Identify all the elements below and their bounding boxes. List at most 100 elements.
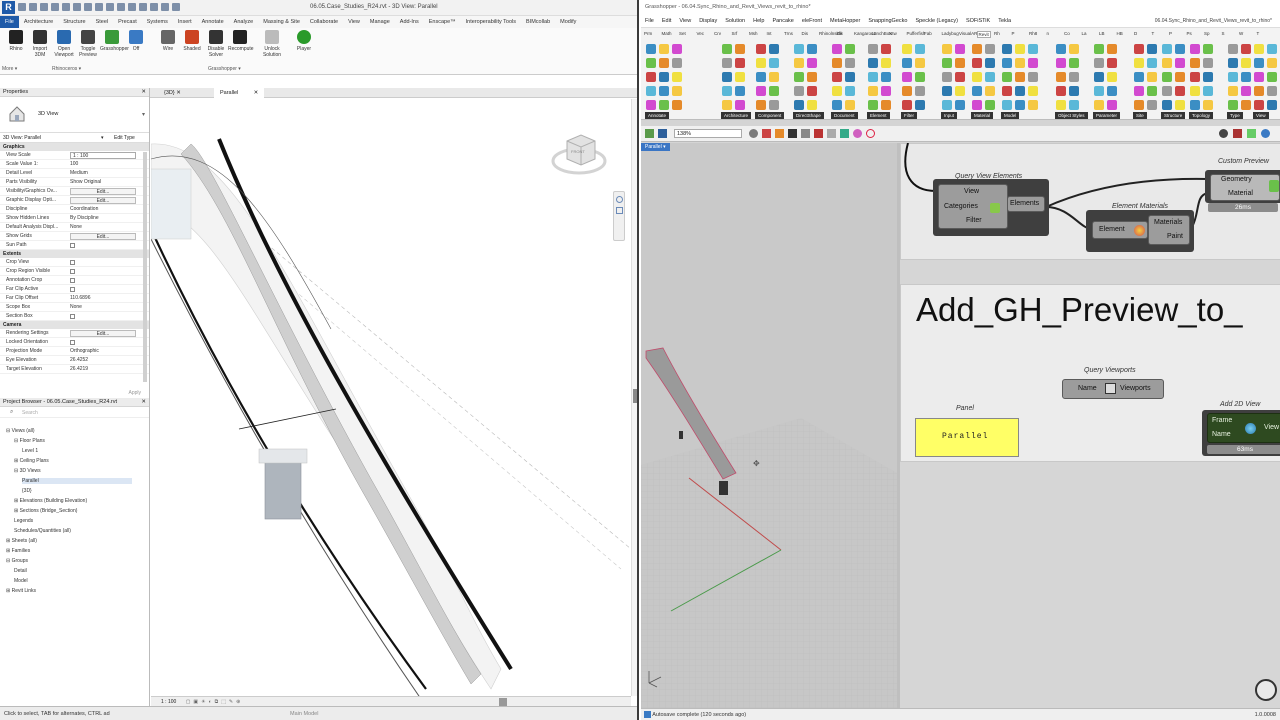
browser-item[interactable]: Schedules/Quantities (all) [14, 528, 71, 534]
gh-tab[interactable]: S [1222, 31, 1225, 36]
grasshopper-group-label[interactable]: Grasshopper ▾ [208, 66, 241, 72]
gh-component-icon[interactable] [672, 44, 682, 54]
gh-tab[interactable]: Set [679, 31, 686, 36]
gh-component-icon[interactable] [902, 86, 912, 96]
gh-component-icon[interactable] [1267, 72, 1277, 82]
gh-component-icon[interactable] [1134, 100, 1144, 110]
property-row[interactable]: Sun Path [0, 241, 149, 250]
gh-tab[interactable]: n [1047, 31, 1050, 36]
gh-component-icon[interactable] [722, 44, 732, 54]
zoom-icon[interactable] [615, 207, 623, 214]
disable-solver-button[interactable]: Disable Solver [204, 30, 228, 58]
preview-selected-icon[interactable] [827, 129, 836, 138]
gh-ribbon-group-label[interactable]: Type [1227, 112, 1243, 119]
gh-tab[interactable]: Revit [976, 31, 991, 38]
property-value[interactable]: Orthographic [70, 347, 99, 356]
browser-item[interactable]: ⊞ Families [6, 548, 30, 554]
section-icon[interactable] [139, 3, 147, 11]
3d-view-icon[interactable] [128, 3, 136, 11]
document-preview-icon[interactable] [840, 129, 849, 138]
property-checkbox[interactable] [70, 269, 75, 274]
gh-component-icon[interactable] [845, 72, 855, 82]
gh-tab[interactable]: Fab [924, 31, 932, 36]
browser-item[interactable]: Parallel [22, 478, 132, 484]
gh-tab[interactable]: Prm [644, 31, 652, 36]
query-view-elements-inputs[interactable]: View Categories Filter [938, 184, 1008, 229]
gh-ribbon-group-label[interactable]: Architecture [721, 112, 752, 119]
gh-component-icon[interactable] [794, 86, 804, 96]
browser-item[interactable]: ⊟ Floor Plans [14, 438, 45, 444]
gh-component-icon[interactable] [1056, 58, 1066, 68]
chevron-down-icon[interactable]: ▾ [101, 133, 104, 143]
gh-tab[interactable]: Rh [994, 31, 1000, 36]
browser-item[interactable]: {3D} [22, 488, 32, 494]
preview-mesh-icon[interactable] [1219, 129, 1228, 138]
gh-component-icon[interactable] [1015, 72, 1025, 82]
switch-windows-icon[interactable] [172, 3, 180, 11]
edit-type-button[interactable]: Edit Type [114, 133, 135, 143]
browser-item[interactable]: ⊞ Ceiling Plans [14, 458, 49, 464]
gh-component-icon[interactable] [881, 100, 891, 110]
gh-component-icon[interactable] [1190, 72, 1200, 82]
gh-component-icon[interactable] [1228, 58, 1238, 68]
property-row[interactable]: Show Grids Edit... [0, 232, 149, 241]
gh-component-icon[interactable] [769, 72, 779, 82]
print-icon[interactable] [73, 3, 81, 11]
gh-component-icon[interactable] [735, 72, 745, 82]
gh-component-icon[interactable] [868, 100, 878, 110]
gh-tab[interactable]: LB [1099, 31, 1105, 36]
gh-component-icon[interactable] [756, 86, 766, 96]
browser-item[interactable]: ⊞ Sheets (all) [6, 538, 37, 544]
gh-component-icon[interactable] [1203, 100, 1213, 110]
gh-menu-display[interactable]: Display [695, 18, 721, 24]
gh-component-icon[interactable] [646, 58, 656, 68]
gh-component-icon[interactable] [646, 72, 656, 82]
ribbon-tab-bimcollab[interactable]: BIMcollab [521, 16, 555, 28]
gh-component-icon[interactable] [1002, 58, 1012, 68]
gh-component-icon[interactable] [735, 44, 745, 54]
gh-component-icon[interactable] [794, 100, 804, 110]
property-value[interactable]: None [70, 303, 82, 312]
gh-component-icon[interactable] [1254, 100, 1264, 110]
gh-component-icon[interactable] [1094, 72, 1104, 82]
gh-tab[interactable]: Ntw [889, 31, 897, 36]
gh-tab[interactable]: Sp [1204, 31, 1210, 36]
gh-component-icon[interactable] [1028, 100, 1038, 110]
input-view[interactable]: View [964, 188, 979, 195]
property-row[interactable]: Show Hidden Lines By Discipline [0, 214, 149, 223]
gh-component-icon[interactable] [1134, 44, 1144, 54]
gh-menu-speckle-legacy-[interactable]: Speckle (Legacy) [911, 18, 962, 24]
gh-component-icon[interactable] [1162, 72, 1172, 82]
output-paint[interactable]: Paint [1167, 233, 1183, 240]
property-row[interactable]: Projection Mode Orthographic [0, 347, 149, 356]
gh-component-icon[interactable] [1028, 44, 1038, 54]
gh-component-icon[interactable] [832, 100, 842, 110]
property-row[interactable]: Locked Orientation [0, 338, 149, 347]
gh-component-icon[interactable] [1267, 100, 1277, 110]
gh-component-icon[interactable] [1069, 86, 1079, 96]
element-materials-input[interactable]: Element [1092, 221, 1148, 239]
gh-component-icon[interactable] [672, 86, 682, 96]
property-row[interactable]: Parts Visibility Show Original [0, 178, 149, 187]
gh-tab[interactable]: D [1134, 31, 1137, 36]
gh-component-icon[interactable] [807, 72, 817, 82]
gh-component-icon[interactable] [915, 100, 925, 110]
property-checkbox[interactable] [70, 287, 75, 292]
bake-selected-icon[interactable] [1233, 129, 1242, 138]
gh-component-icon[interactable] [915, 44, 925, 54]
gh-component-icon[interactable] [832, 58, 842, 68]
sync-icon[interactable] [40, 3, 48, 11]
gh-component-icon[interactable] [1134, 58, 1144, 68]
gh-component-icon[interactable] [1228, 44, 1238, 54]
ribbon-tab-analyze[interactable]: Analyze [229, 16, 259, 28]
gh-component-icon[interactable] [881, 58, 891, 68]
gh-component-icon[interactable] [881, 86, 891, 96]
gh-component-icon[interactable] [807, 86, 817, 96]
gh-component-icon[interactable] [659, 86, 669, 96]
gh-tab[interactable]: Int [767, 31, 772, 36]
gh-component-icon[interactable] [1056, 72, 1066, 82]
gh-component-icon[interactable] [845, 86, 855, 96]
gh-tab[interactable]: Vec [697, 31, 705, 36]
gh-menu-help[interactable]: Help [749, 18, 768, 24]
gh-component-icon[interactable] [845, 44, 855, 54]
